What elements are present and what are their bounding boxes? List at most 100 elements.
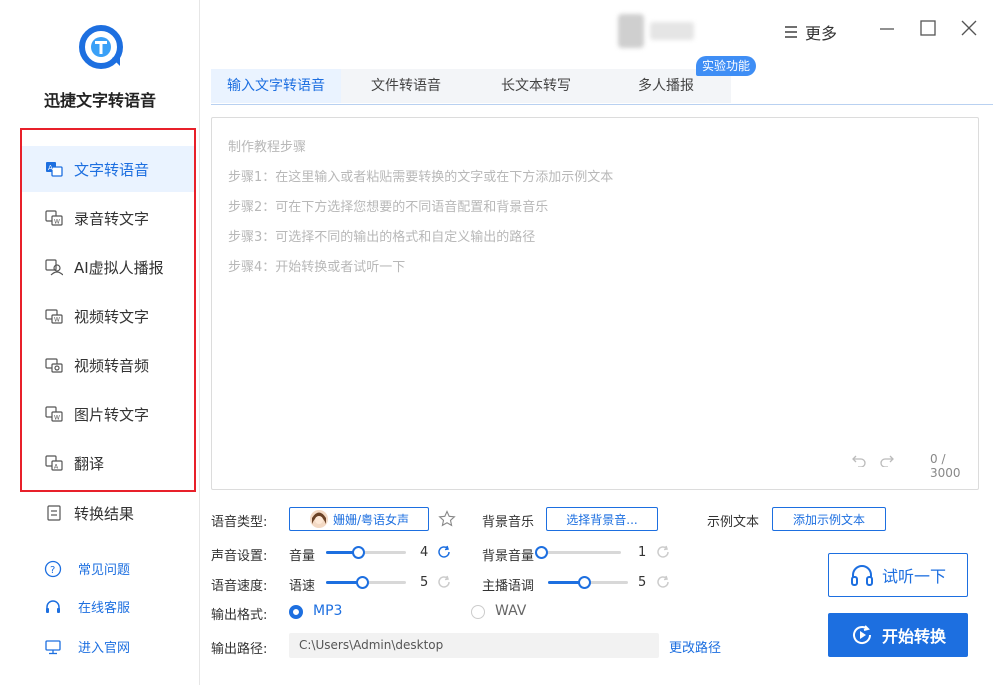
link-website[interactable]: 进入官网: [44, 637, 130, 656]
user-name[interactable]: [650, 22, 694, 40]
nav-video-to-audio[interactable]: 视频转音频: [22, 342, 194, 388]
speed-value: 5: [420, 575, 429, 590]
experimental-badge: 实验功能: [696, 56, 757, 76]
nav-video-to-text[interactable]: W 视频转文字: [22, 293, 194, 339]
close-icon[interactable]: [959, 18, 979, 38]
reset-volume-icon[interactable]: [437, 545, 451, 559]
translate-icon: A: [44, 453, 64, 473]
sound-settings-label: 声音设置:: [211, 549, 268, 564]
sidebar: 迅捷文字转语音 A 文字转语音 W 录音转文字 AI虚拟人播报 W 视频转文字 …: [0, 0, 200, 685]
mp3-radio[interactable]: [289, 605, 303, 619]
try-listen-label: 试听一下: [881, 567, 946, 586]
maximize-icon[interactable]: [918, 18, 938, 38]
volume-value: 4: [420, 545, 429, 560]
nav-image-to-text[interactable]: W 图片转文字: [22, 391, 194, 437]
nav-label: 图片转文字: [74, 405, 150, 424]
svg-text:W: W: [54, 317, 60, 324]
app-title: 迅捷文字转语音: [43, 91, 156, 110]
svg-text:W: W: [54, 415, 60, 422]
nav-label: 录音转文字: [74, 209, 150, 228]
nav-results[interactable]: 转换结果: [22, 490, 194, 536]
app-logo-icon: [79, 25, 123, 69]
tutorial-step: 步骤1：在这里输入或者粘贴需要转换的文字或在下方添加示例文本: [228, 170, 614, 185]
voice-name: 姗姗/粤语女声: [332, 512, 410, 527]
headphones-icon: [850, 565, 873, 586]
sample-label: 示例文本: [707, 515, 760, 530]
favorite-star-icon[interactable]: [438, 510, 456, 528]
svg-text:?: ?: [50, 565, 55, 576]
reset-speed-icon[interactable]: [437, 575, 451, 589]
char-counter: 0 / 3000: [930, 452, 961, 480]
bgm-select-button[interactable]: 选择背景音...: [546, 507, 658, 531]
tab-file[interactable]: 文件转语音: [341, 69, 471, 103]
link-support[interactable]: 在线客服: [44, 597, 130, 616]
menu-icon: [785, 26, 797, 38]
slider-knob[interactable]: [535, 546, 548, 559]
more-menu-button[interactable]: 更多: [783, 20, 837, 44]
nav-label: AI虚拟人播报: [74, 258, 164, 277]
reset-pitch-icon[interactable]: [656, 575, 670, 589]
add-sample-button[interactable]: 添加示例文本: [772, 507, 886, 531]
undo-icon[interactable]: [852, 453, 866, 467]
change-path-link[interactable]: 更改路径: [669, 637, 721, 656]
tab-bar: 输入文字转语音 文件转语音 长文本转写 多人播报: [211, 69, 993, 105]
bgm-label: 背景音乐: [482, 515, 535, 530]
wav-label[interactable]: WAV: [495, 603, 526, 619]
format-label: 输出格式:: [211, 608, 268, 623]
speed-slider[interactable]: [326, 576, 406, 589]
link-faq[interactable]: ? 常见问题: [44, 559, 130, 578]
link-label: 在线客服: [78, 601, 131, 616]
slider-knob[interactable]: [352, 546, 365, 559]
link-label: 常见问题: [78, 563, 131, 578]
tab-text-input[interactable]: 输入文字转语音: [211, 69, 341, 103]
bg-volume-slider[interactable]: [535, 546, 621, 559]
reset-bg-volume-icon[interactable]: [656, 545, 670, 559]
link-label: 进入官网: [78, 641, 131, 656]
redo-icon[interactable]: [880, 453, 894, 467]
voice-avatar-icon: [309, 510, 328, 528]
start-convert-label: 开始转换: [881, 627, 946, 646]
audio-to-text-icon: W: [44, 208, 64, 228]
tutorial-step: 步骤2：可在下方选择您想要的不同语音配置和背景音乐: [228, 200, 549, 215]
nav-translate[interactable]: A 翻译: [22, 440, 194, 486]
pitch-label: 主播语调: [482, 579, 535, 594]
question-icon: ?: [44, 560, 62, 577]
virtual-human-icon: [44, 257, 64, 277]
mp3-label[interactable]: MP3: [313, 603, 342, 619]
speed-section-label: 语音速度:: [211, 579, 268, 594]
voice-type-label: 语音类型:: [211, 515, 268, 530]
text-to-speech-icon: A: [44, 159, 64, 179]
video-to-text-icon: W: [44, 306, 64, 326]
path-label: 输出路径:: [211, 642, 268, 657]
pitch-slider[interactable]: [548, 576, 628, 589]
text-editor[interactable]: 制作教程步骤 步骤1：在这里输入或者粘贴需要转换的文字或在下方添加示例文本 步骤…: [211, 117, 979, 490]
nav-text-to-speech[interactable]: A 文字转语音: [22, 146, 194, 192]
tutorial-step: 步骤3：可选择不同的输出的格式和自定义输出的路径: [228, 230, 536, 245]
pitch-value: 5: [638, 575, 647, 590]
tutorial-title: 制作教程步骤: [228, 140, 307, 155]
try-listen-button[interactable]: 试听一下: [828, 553, 968, 597]
user-avatar[interactable]: [618, 14, 644, 48]
tab-long-text[interactable]: 长文本转写: [471, 69, 601, 103]
nav-label: 视频转文字: [74, 307, 150, 326]
tutorial-step: 步骤4：开始转换或者试听一下: [228, 260, 406, 275]
video-to-audio-icon: [44, 355, 64, 375]
nav-label: 文字转语音: [74, 160, 150, 179]
voice-select-button[interactable]: 姗姗/粤语女声: [289, 507, 429, 531]
output-path-field[interactable]: C:\Users\Admin\desktop: [289, 633, 659, 658]
results-icon: [44, 503, 64, 523]
nav-label: 视频转音频: [74, 356, 150, 375]
play-circle-icon: [852, 625, 871, 644]
wav-radio[interactable]: [471, 605, 485, 619]
nav-label: 翻译: [74, 454, 105, 473]
start-convert-button[interactable]: 开始转换: [828, 613, 968, 657]
minimize-icon[interactable]: [877, 18, 897, 38]
svg-text:A: A: [48, 164, 53, 172]
nav-virtual-human[interactable]: AI虚拟人播报: [22, 244, 194, 290]
nav-audio-to-text[interactable]: W 录音转文字: [22, 195, 194, 241]
slider-knob[interactable]: [356, 576, 369, 589]
speed-label: 语速: [289, 579, 316, 594]
volume-slider[interactable]: [326, 546, 406, 559]
bg-volume-value: 1: [638, 545, 647, 560]
slider-knob[interactable]: [578, 576, 591, 589]
